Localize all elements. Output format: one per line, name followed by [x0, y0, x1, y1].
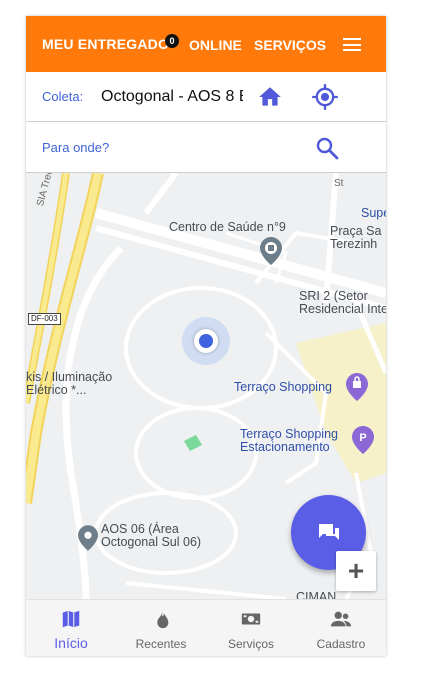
tab-servicos[interactable]: Serviços	[206, 600, 296, 656]
nav-servicos[interactable]: SERVIÇOS	[254, 37, 326, 53]
app-screen: MEU ENTREGADOR 0 ONLINE SERVIÇOS Coleta:…	[26, 16, 386, 656]
my-location-icon[interactable]	[311, 83, 339, 111]
map-label-praca: Praça Sa Terezinh	[330, 224, 382, 252]
notification-badge: 0	[165, 34, 179, 48]
tab-cadastro[interactable]: Cadastro	[296, 600, 386, 656]
app-title: MEU ENTREGADOR	[42, 36, 170, 52]
top-app-bar: MEU ENTREGADOR 0 ONLINE SERVIÇOS	[26, 16, 386, 72]
tab-inicio[interactable]: Início	[26, 600, 116, 656]
aos06-pin-icon	[78, 525, 98, 551]
menu-icon[interactable]	[343, 38, 361, 51]
nav-online[interactable]: ONLINE	[189, 37, 242, 53]
chat-icon	[318, 523, 339, 540]
pickup-label: Coleta:	[42, 89, 84, 104]
map-label-aos06: AOS 06 (Área Octogonal Sul 06)	[101, 522, 202, 550]
money-icon	[241, 613, 261, 625]
tab-label: Serviços	[227, 637, 274, 651]
pickup-row: Coleta: Octogonal - AOS 8 Bloco	[26, 72, 386, 122]
map-view[interactable]: SIA Trecho 6 St Supe Centro de Saúde n°9…	[26, 173, 386, 599]
destination-input[interactable]: Para onde?	[42, 140, 109, 155]
shopping-pin-icon	[346, 373, 368, 401]
map-label-super: Supe	[361, 206, 386, 220]
destination-row[interactable]: Para onde?	[26, 122, 386, 173]
map-label-iluminacao: kis / Iluminação Elétrico *...	[26, 370, 113, 398]
search-icon[interactable]	[315, 136, 339, 160]
map-label-st: St	[334, 178, 344, 189]
fire-icon	[157, 609, 169, 629]
tab-label: Início	[54, 635, 88, 651]
map-label-centro-saude: Centro de Saúde n°9	[169, 220, 286, 234]
map-label-terraco-estacionamento: Terraço Shopping Estacionamento	[240, 427, 338, 455]
parking-pin-icon: P	[352, 426, 374, 454]
current-location-marker	[182, 317, 230, 365]
users-icon	[330, 611, 352, 627]
bottom-navigation: Início Recentes Serviços Cadastro	[26, 599, 386, 656]
map-icon	[62, 610, 80, 628]
tab-recentes[interactable]: Recentes	[116, 600, 206, 656]
home-icon[interactable]	[256, 84, 284, 110]
svg-text:P: P	[359, 432, 366, 444]
map-label-terraco-shopping: Terraço Shopping	[234, 380, 332, 394]
highway-sign: DF-003	[28, 313, 61, 325]
map-label-sri: SRI 2 (Setor Residencial Interno	[299, 289, 386, 317]
map-label-ciman: CIMAN	[296, 590, 337, 599]
pickup-address-field[interactable]: Octogonal - AOS 8 Bloco	[101, 88, 243, 108]
tab-label: Recentes	[135, 637, 187, 651]
place-pin-icon	[260, 237, 282, 265]
zoom-in-button[interactable]: +	[336, 551, 376, 591]
tab-label: Cadastro	[316, 637, 366, 651]
